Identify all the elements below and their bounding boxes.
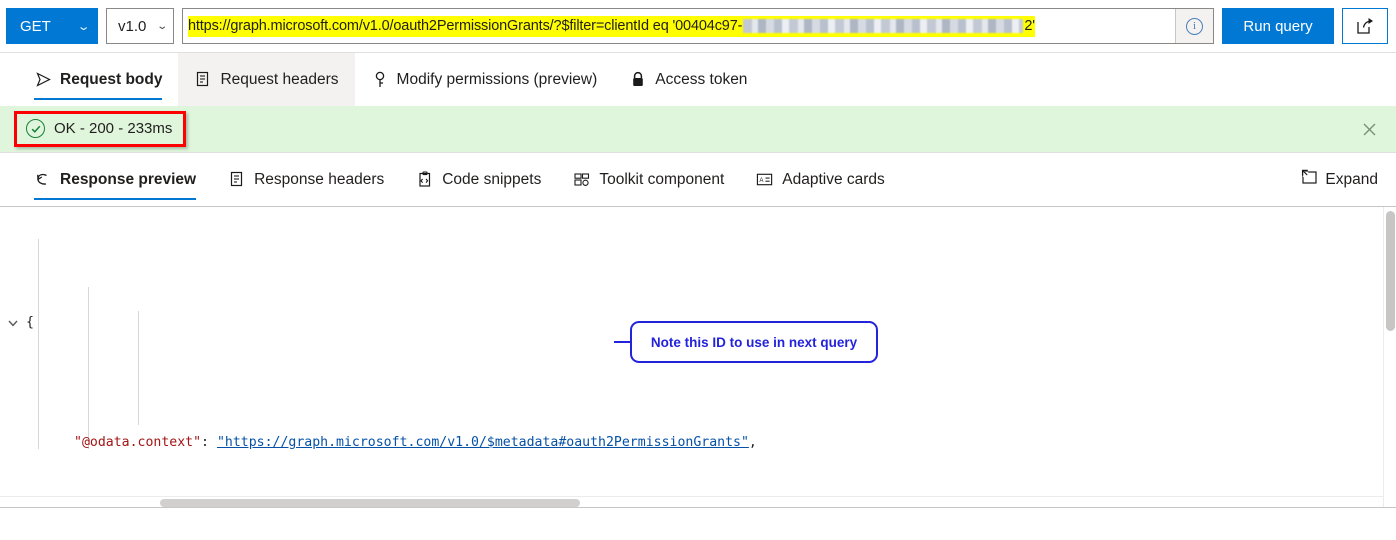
close-icon — [1363, 123, 1375, 135]
query-url-suffix: 2' — [1024, 17, 1035, 34]
tab-code-snippets[interactable]: Code snippets — [400, 153, 557, 206]
json-text: { — [26, 315, 34, 330]
status-text: OK - 200 - 233ms — [54, 120, 173, 137]
request-tab-row: Request body Request headers Modify perm… — [0, 52, 1396, 106]
tab-response-preview[interactable]: Response preview — [18, 153, 212, 206]
api-version-select[interactable]: v1.0 ⌄ — [106, 8, 174, 44]
tab-access-token[interactable]: Access token — [613, 53, 763, 106]
tab-label: Request body — [60, 70, 163, 88]
panel-bottom-border — [0, 507, 1396, 508]
send-arrow-icon — [34, 71, 52, 89]
toolkit-icon — [573, 171, 591, 189]
undo-arrow-icon — [34, 171, 52, 189]
tab-label: Response preview — [60, 170, 197, 188]
lock-icon — [629, 71, 647, 89]
http-method-select[interactable]: GET ⌄ — [6, 8, 98, 44]
response-preview-panel[interactable]: { "@odata.context": "https://graph.micro… — [0, 206, 1396, 508]
json-colon: : — [201, 435, 209, 450]
tab-label: Request headers — [220, 70, 339, 88]
response-status-strip: OK - 200 - 233ms — [0, 106, 1396, 152]
query-url-highlight: https://graph.microsoft.com/v1.0/oauth2P… — [188, 15, 1035, 37]
http-method-value: GET — [20, 17, 51, 35]
vertical-scrollbar[interactable] — [1383, 207, 1396, 508]
expand-icon — [1301, 169, 1318, 190]
share-query-button[interactable] — [1342, 8, 1388, 44]
status-badge: OK - 200 - 233ms — [14, 111, 187, 147]
code-clipboard-icon — [416, 170, 434, 189]
tab-adaptive-cards[interactable]: A Adaptive cards — [740, 153, 901, 206]
info-icon: i — [1186, 17, 1203, 35]
tab-label: Response headers — [254, 170, 385, 188]
tab-modify-permissions[interactable]: Modify permissions (preview) — [355, 53, 614, 106]
url-info-button[interactable]: i — [1175, 9, 1213, 43]
run-query-button[interactable]: Run query — [1222, 8, 1334, 44]
query-bar: GET ⌄ v1.0 ⌄ https://graph.microsoft.com… — [0, 0, 1396, 52]
tab-label: Code snippets — [442, 170, 542, 188]
expand-label: Expand — [1325, 170, 1378, 188]
query-url-field[interactable]: https://graph.microsoft.com/v1.0/oauth2P… — [182, 8, 1214, 44]
note-callout-tail — [614, 341, 630, 343]
json-key: "@odata.context" — [74, 435, 202, 450]
scrollbar-thumb[interactable] — [1386, 211, 1395, 331]
card-id-icon: A — [756, 171, 774, 189]
json-line: "@odata.context": "https://graph.microso… — [0, 431, 1396, 455]
key-icon — [371, 71, 389, 89]
dismiss-status-button[interactable] — [1356, 116, 1382, 142]
tab-request-headers[interactable]: Request headers — [178, 53, 355, 106]
svg-text:A: A — [760, 177, 765, 184]
document-lines-icon — [194, 71, 212, 89]
json-value-link[interactable]: "https://graph.microsoft.com/v1.0/$metad… — [217, 435, 749, 450]
expand-button[interactable]: Expand — [1301, 153, 1396, 206]
tab-label: Modify permissions (preview) — [396, 70, 598, 88]
collapse-toggle-icon[interactable] — [0, 317, 26, 329]
chevron-down-icon: ⌄ — [155, 20, 168, 32]
json-text: "@odata.context": "https://graph.microso… — [26, 431, 757, 455]
json-comma: , — [748, 435, 757, 450]
tab-toolkit-component[interactable]: Toolkit component — [557, 153, 740, 206]
tab-label: Access token — [655, 70, 748, 88]
response-tab-row: Response preview Response headers Code s… — [0, 152, 1396, 206]
api-version-value: v1.0 — [118, 17, 147, 35]
note-callout-text: Note this ID to use in next query — [650, 334, 858, 350]
query-url-prefix: https://graph.microsoft.com/v1.0/oauth2P… — [188, 17, 743, 34]
tab-label: Adaptive cards — [782, 170, 885, 188]
share-icon — [1357, 18, 1373, 34]
tab-label: Toolkit component — [599, 170, 725, 188]
note-callout: Note this ID to use in next query — [630, 321, 878, 363]
check-circle-icon — [26, 119, 45, 138]
redaction-block — [743, 18, 1024, 33]
tab-response-headers[interactable]: Response headers — [212, 153, 400, 206]
document-lines-icon — [228, 171, 246, 189]
scrollbar-thumb[interactable] — [160, 499, 580, 507]
query-url-text: https://graph.microsoft.com/v1.0/oauth2P… — [183, 15, 1175, 37]
chevron-down-icon: ⌄ — [76, 20, 91, 33]
tab-request-body[interactable]: Request body — [18, 53, 178, 106]
